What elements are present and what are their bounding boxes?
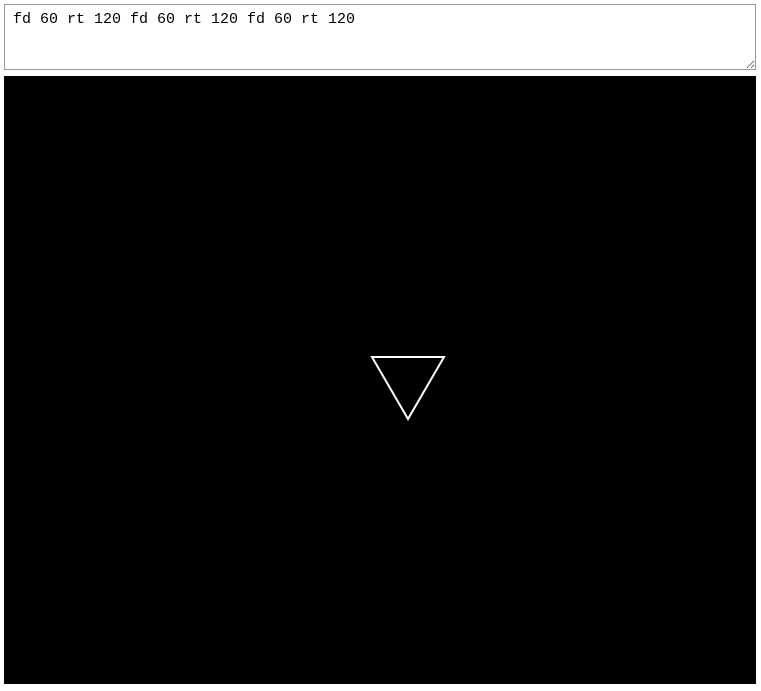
turtle-drawing bbox=[4, 76, 756, 684]
turtle-canvas bbox=[4, 76, 756, 684]
command-input[interactable] bbox=[4, 4, 756, 70]
drawn-triangle bbox=[372, 357, 444, 419]
